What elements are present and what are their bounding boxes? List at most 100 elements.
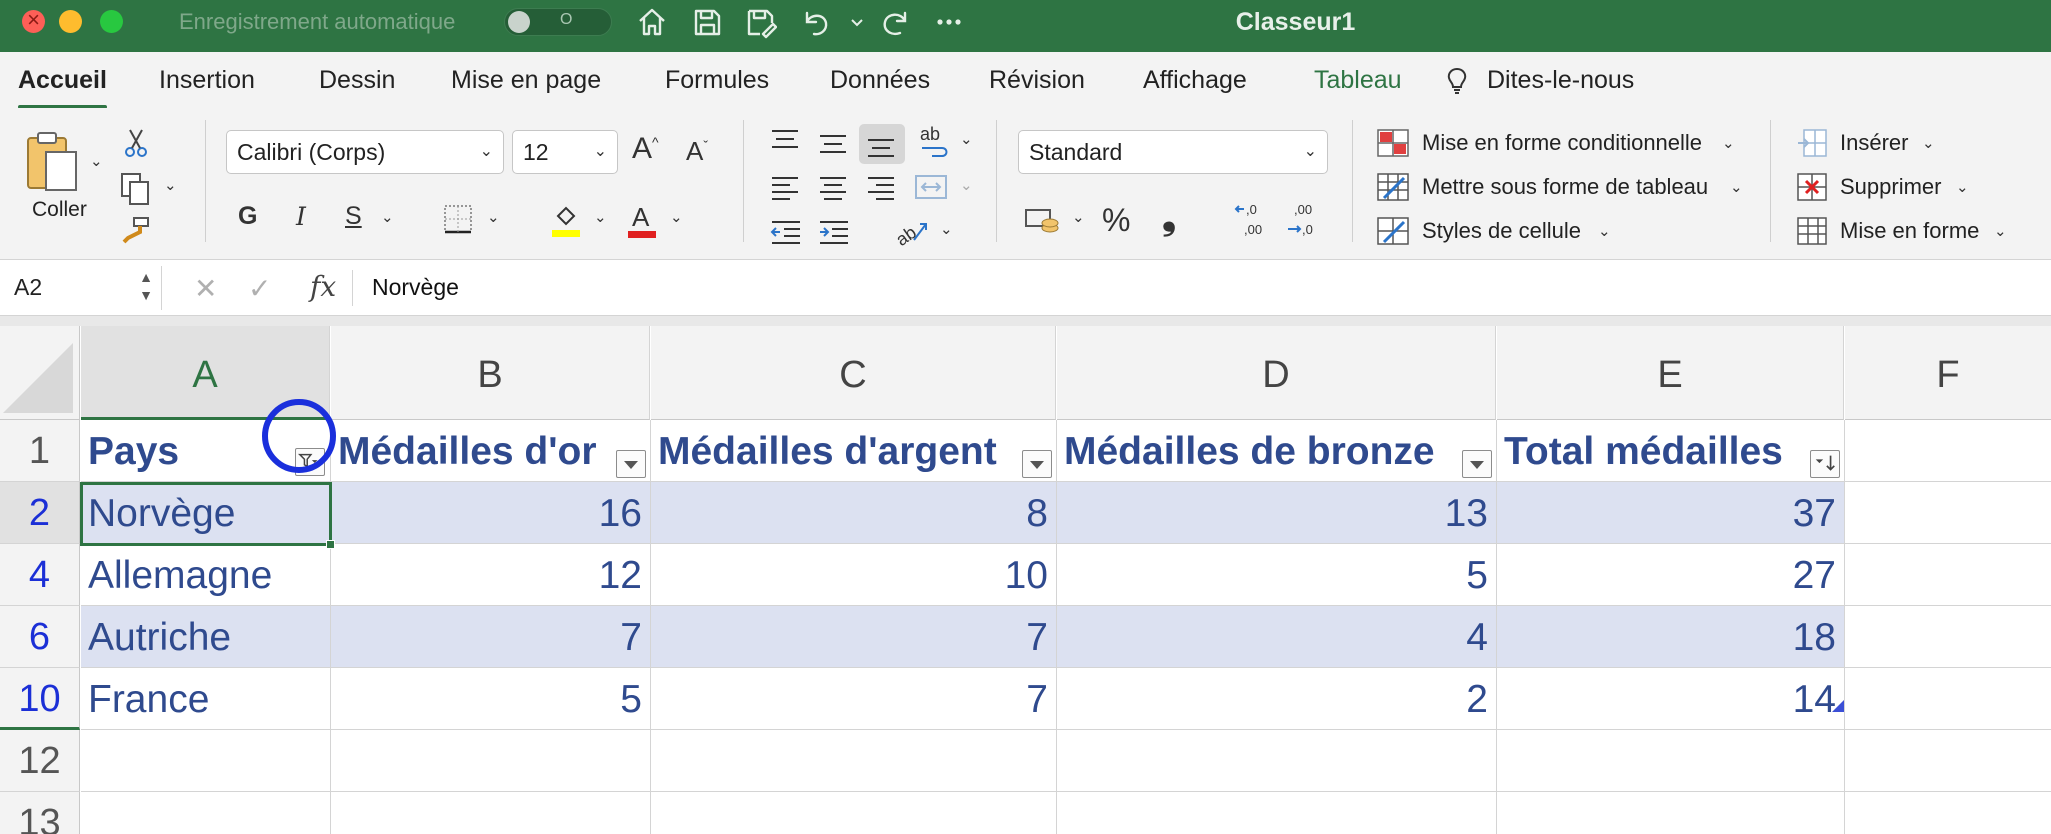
decrease-decimal-icon[interactable]: ,00,0 [1286,200,1324,240]
filter-button-or[interactable] [616,450,646,478]
accounting-format-icon[interactable] [1024,204,1062,238]
cell-or[interactable]: 12 [331,544,651,606]
active-cell-selection[interactable] [80,482,335,549]
tell-me-search[interactable]: Dites-le-nous [1487,66,1634,95]
tab-affichage[interactable]: Affichage [1143,66,1247,95]
cell-bronze[interactable]: 13 [1057,482,1497,544]
cancel-formula-icon[interactable]: ✕ [194,272,217,305]
increase-decimal-icon[interactable]: ,0,00 [1234,200,1272,240]
name-box[interactable]: A2 ▲ ▼ [0,266,162,310]
font-name-dropdown[interactable]: Calibri (Corps) ⌄ [226,130,504,174]
align-top-icon[interactable] [770,128,800,156]
cell-total[interactable]: 27 [1497,544,1845,606]
decrease-indent-icon[interactable] [770,218,802,246]
align-center-icon[interactable] [818,174,848,202]
delete-chevron-icon[interactable]: ⌄ [1956,178,1969,196]
formula-input[interactable]: Norvège [372,274,459,301]
confirm-formula-icon[interactable]: ✓ [248,272,271,305]
fill-color-dropdown-chevron-icon[interactable]: ⌄ [594,208,607,226]
column-header-f[interactable]: F [1845,326,2051,420]
comma-style-button[interactable]: ❟ [1162,196,1176,239]
autosave-toggle[interactable]: O [504,8,612,36]
save-as-icon[interactable] [743,5,778,39]
italic-button[interactable]: I [296,202,306,231]
cell-styles-chevron-icon[interactable]: ⌄ [1598,222,1611,240]
column-header-c[interactable]: C [651,326,1056,420]
tab-formules[interactable]: Formules [665,66,769,95]
cell-argent[interactable]: 7 [651,668,1057,730]
bold-button[interactable]: G [238,202,257,231]
minimize-window-button[interactable] [59,10,82,33]
paste-icon[interactable] [24,130,84,194]
empty-cell[interactable] [651,792,1057,834]
empty-cell[interactable] [1497,792,1845,834]
filter-button-argent[interactable] [1022,450,1052,478]
header-cell-total[interactable]: Total médailles [1497,420,1845,482]
cell-total[interactable]: 14 [1497,668,1845,730]
cell-argent[interactable]: 7 [651,606,1057,668]
empty-cell[interactable] [81,730,331,792]
cell-argent[interactable]: 8 [651,482,1057,544]
more-options-icon[interactable] [932,5,966,39]
column-header-b[interactable]: B [331,326,650,420]
empty-cell[interactable] [1845,668,2051,730]
undo-icon[interactable] [798,5,832,39]
conditional-format-icon[interactable] [1376,128,1410,158]
empty-cell[interactable] [81,792,331,834]
cell-pays[interactable]: Autriche [81,606,331,668]
merge-dropdown-chevron-icon[interactable]: ⌄ [960,176,973,194]
align-right-icon[interactable] [866,174,896,202]
header-cell-argent[interactable]: Médailles d'argent [651,420,1057,482]
empty-cell[interactable] [1845,544,2051,606]
header-cell-or[interactable]: Médailles d'or [331,420,651,482]
empty-cell[interactable] [1845,482,2051,544]
redo-icon[interactable] [878,5,912,39]
insert-chevron-icon[interactable]: ⌄ [1922,134,1935,152]
empty-cell[interactable] [651,730,1057,792]
delete-label[interactable]: Supprimer [1840,174,1941,200]
row-header-4[interactable]: 4 [0,544,80,606]
format-as-table-icon[interactable] [1376,172,1410,202]
cell-total[interactable]: 18 [1497,606,1845,668]
cell-or[interactable]: 7 [331,606,651,668]
cut-icon[interactable] [124,128,148,158]
number-format-dropdown[interactable]: Standard ⌄ [1018,130,1328,174]
align-left-icon[interactable] [770,174,800,202]
increase-indent-icon[interactable] [818,218,850,246]
conditional-format-chevron-icon[interactable]: ⌄ [1722,134,1735,152]
tab-mise-en-page[interactable]: Mise en page [451,66,601,95]
cell-total[interactable]: 37 [1497,482,1845,544]
zoom-window-button[interactable] [100,10,123,33]
cell-argent[interactable]: 10 [651,544,1057,606]
row-header-1[interactable]: 1 [0,420,80,482]
cell-pays[interactable]: Allemagne [81,544,331,606]
empty-cell[interactable] [331,730,651,792]
tab-revision[interactable]: Révision [989,66,1085,95]
font-size-dropdown[interactable]: 12 ⌄ [512,130,618,174]
underline-button[interactable]: S [345,202,362,231]
borders-dropdown-chevron-icon[interactable]: ⌄ [487,208,500,226]
percent-style-button[interactable]: % [1102,202,1130,239]
empty-cell[interactable] [1057,730,1497,792]
wrap-dropdown-chevron-icon[interactable]: ⌄ [960,130,973,148]
empty-cell[interactable] [1845,606,2051,668]
row-header-13[interactable]: 13 [0,792,80,834]
cell-styles-icon[interactable] [1376,216,1410,246]
text-orientation-icon[interactable]: ab [892,214,930,250]
column-header-d[interactable]: D [1057,326,1496,420]
conditional-format-label[interactable]: Mise en forme conditionnelle [1422,130,1702,156]
column-header-e[interactable]: E [1497,326,1844,420]
header-cell-bronze[interactable]: Médailles de bronze [1057,420,1497,482]
font-color-dropdown-chevron-icon[interactable]: ⌄ [670,208,683,226]
increase-font-size-icon[interactable]: A^ [632,132,659,166]
format-cells-icon[interactable] [1796,216,1828,246]
orientation-wrap-icon[interactable]: ab [918,124,952,160]
borders-icon[interactable] [443,204,473,234]
cell-or[interactable]: 5 [331,668,651,730]
copy-dropdown-chevron-icon[interactable]: ⌄ [164,176,177,194]
paste-dropdown-chevron-icon[interactable]: ⌄ [90,152,103,170]
format-painter-icon[interactable] [120,214,154,244]
sort-button-total[interactable] [1810,450,1840,478]
undo-dropdown-chevron-icon[interactable] [840,5,863,39]
copy-icon[interactable] [120,172,152,206]
